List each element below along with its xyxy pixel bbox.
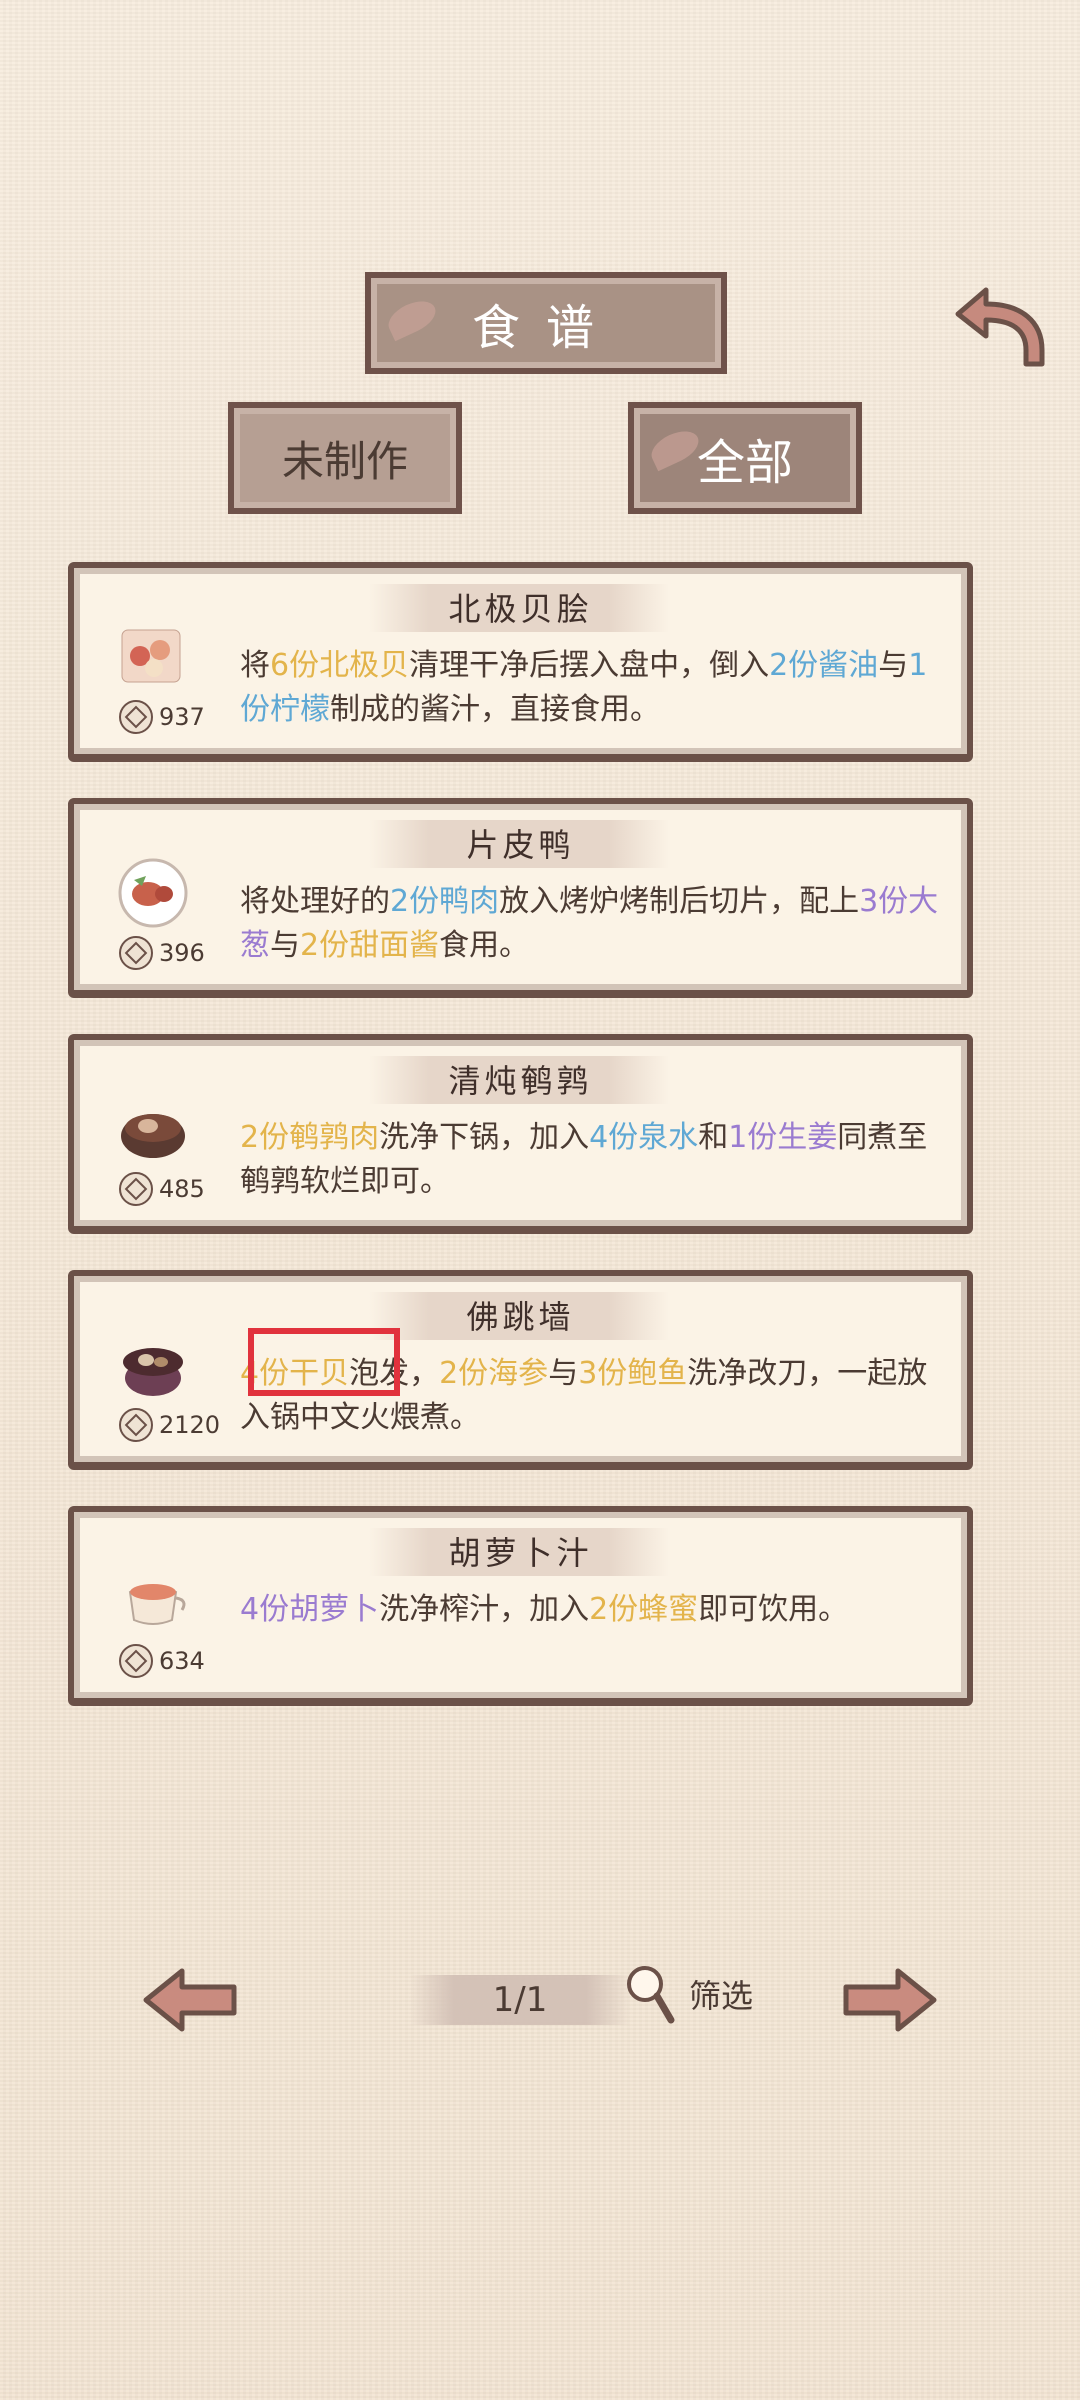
description-text: 放入烤炉烤制后切片，配上 xyxy=(499,884,860,919)
price-value: 396 xyxy=(159,939,205,967)
dish-duck-icon xyxy=(118,858,188,928)
ingredient-text: 4份泉水 xyxy=(589,1120,699,1155)
recipe-name: 佛跳墙 xyxy=(466,1298,575,1336)
recipe-description: 将处理好的2份鸭肉放入烤炉烤制后切片，配上3份大葱与2份甜面酱食用。 xyxy=(240,880,940,968)
magnifier-icon xyxy=(627,1966,675,2024)
recipe-card[interactable]: 佛跳墙 2120 4份干贝泡发，2份海参与3份鲍鱼洗净改刀，一起放入锅中文火煨煮… xyxy=(68,1270,973,1468)
recipe-name: 清炖鹌鹑 xyxy=(448,1062,593,1100)
description-text: 洗净下锅，加入 xyxy=(379,1120,590,1155)
ingredient-text: 3份鲍鱼 xyxy=(578,1356,688,1391)
tab-all[interactable]: 全部 xyxy=(628,402,862,514)
description-text: 即可饮用。 xyxy=(698,1592,849,1627)
tab-unmade-label: 未制作 xyxy=(281,436,408,486)
description-text: 与 xyxy=(878,648,909,683)
recipe-title-plaque: 食谱 xyxy=(365,272,727,374)
ingredient-text: 2份酱油 xyxy=(769,648,879,683)
dish-carrot-juice-icon xyxy=(128,1584,186,1625)
coin-icon xyxy=(119,936,153,970)
description-text: 与 xyxy=(548,1356,579,1391)
recipe-name: 北极贝脍 xyxy=(448,590,593,628)
back-arrow-icon[interactable] xyxy=(944,270,1054,380)
recipe-name: 胡萝卜汁 xyxy=(448,1534,593,1572)
tab-unmade[interactable]: 未制作 xyxy=(228,402,462,514)
price: 485 xyxy=(119,1172,205,1206)
description-text: 制成的酱汁，直接食用。 xyxy=(330,692,660,727)
ingredient-text: 2份海参 xyxy=(439,1356,549,1391)
ingredient-text: 2份甜面酱 xyxy=(300,928,440,963)
ingredient-text: 6份北极贝 xyxy=(270,648,410,683)
leaf-icon xyxy=(383,294,441,342)
next-page-arrow-icon[interactable] xyxy=(840,1965,940,2035)
highlight-box xyxy=(248,1328,400,1396)
price-value: 2120 xyxy=(159,1411,221,1439)
coin-icon xyxy=(119,1172,153,1206)
recipe-card[interactable]: 胡萝卜汁 634 4份胡萝卜洗净榨汁，加入2份蜂蜜即可饮用。 xyxy=(68,1506,973,1704)
price-value: 937 xyxy=(159,703,205,731)
ingredient-text: 2份蜂蜜 xyxy=(589,1592,699,1627)
dish-scallop-icon xyxy=(121,629,181,683)
filter-button[interactable]: 筛选 xyxy=(623,1962,753,2026)
description-text: 将处理好的 xyxy=(240,884,390,919)
filter-label: 筛选 xyxy=(689,1977,754,2015)
price: 2120 xyxy=(119,1408,220,1442)
coin-icon xyxy=(119,1408,153,1442)
ingredient-text: 4份胡萝卜 xyxy=(240,1592,380,1627)
recipe-card[interactable]: 片皮鸭 396 将处理好的2份鸭肉放入烤炉烤制后切片，配上3份大葱与2份甜面酱食… xyxy=(68,798,973,996)
recipe-description: 2份鹌鹑肉洗净下锅，加入4份泉水和1份生姜同煮至鹌鹑软烂即可。 xyxy=(240,1116,940,1204)
recipe-card[interactable]: 清炖鹌鹑 485 2份鹌鹑肉洗净下锅，加入4份泉水和1份生姜同煮至鹌鹑软烂即可。 xyxy=(68,1034,973,1232)
coin-icon xyxy=(119,700,153,734)
description-text: 将 xyxy=(240,648,270,683)
recipe-description: 将6份北极贝清理干净后摆入盘中，倒入2份酱油与1份柠檬制成的酱汁，直接食用。 xyxy=(240,644,940,732)
price-value: 634 xyxy=(159,1647,205,1675)
page-indicator: 1/1 xyxy=(410,1975,630,2025)
description-text: 洗净榨汁，加入 xyxy=(379,1592,590,1627)
description-text: 食用。 xyxy=(439,928,530,963)
dish-stew-icon xyxy=(121,1114,185,1158)
leaf-icon xyxy=(646,424,704,472)
price: 396 xyxy=(119,936,205,970)
page-title: 食谱 xyxy=(471,300,620,356)
tab-all-label: 全部 xyxy=(696,435,793,491)
ingredient-text: 2份鸭肉 xyxy=(390,884,500,919)
prev-page-arrow-icon[interactable] xyxy=(140,1965,240,2035)
recipe-name: 片皮鸭 xyxy=(466,826,575,864)
description-text: 与 xyxy=(270,928,300,963)
price-value: 485 xyxy=(159,1175,205,1203)
page-number: 1/1 xyxy=(492,1980,548,2020)
dish-soup-pot-icon xyxy=(123,1348,183,1396)
description-text: 清理干净后摆入盘中，倒入 xyxy=(409,648,770,683)
recipe-description: 4份胡萝卜洗净榨汁，加入2份蜂蜜即可饮用。 xyxy=(240,1588,940,1632)
price: 937 xyxy=(119,700,205,734)
recipe-card[interactable]: 北极贝脍 937 将6份北极贝清理干净后摆入盘中，倒入2份酱油与1份柠檬制成的酱… xyxy=(68,562,973,760)
ingredient-text: 2份鹌鹑肉 xyxy=(240,1120,380,1155)
description-text: 和 xyxy=(698,1120,729,1155)
ingredient-text: 1份生姜 xyxy=(728,1120,838,1155)
coin-icon xyxy=(119,1644,153,1678)
price: 634 xyxy=(119,1644,205,1678)
